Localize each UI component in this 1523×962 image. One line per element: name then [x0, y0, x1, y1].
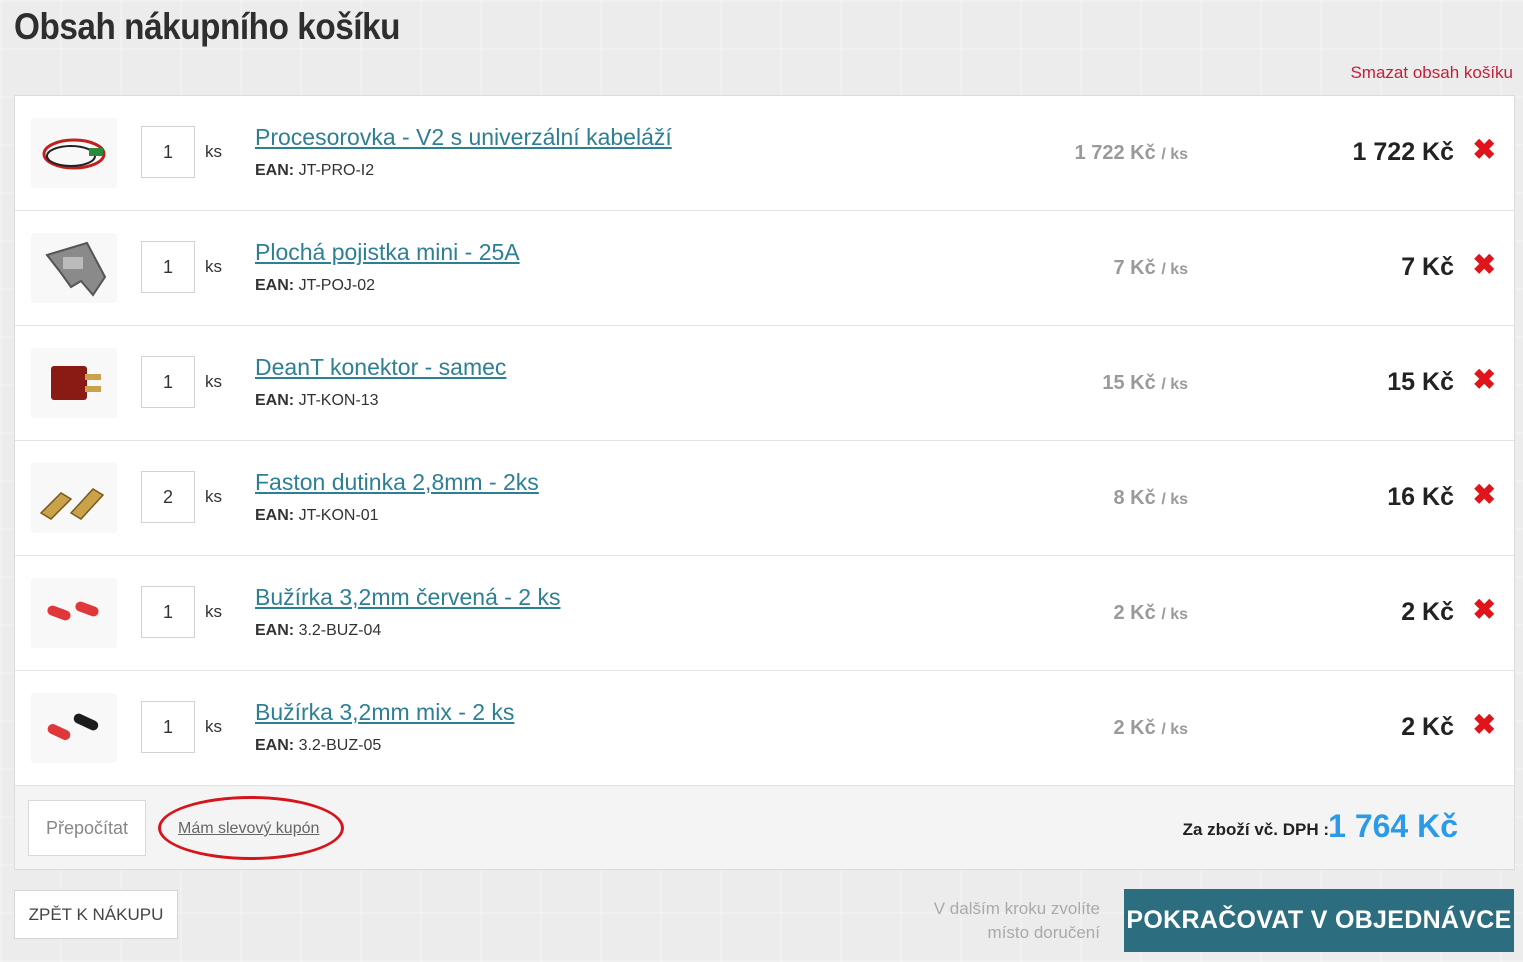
ean-label: EAN:	[255, 622, 295, 639]
ean-label: EAN:	[255, 162, 295, 179]
page-title: Obsah nákupního košíku	[14, 6, 401, 47]
per-unit-label: / ks	[1161, 261, 1188, 278]
ean-code: EAN: JT-KON-13	[255, 392, 379, 410]
ean-value: JT-KON-01	[298, 507, 379, 524]
quantity-input[interactable]: 1	[141, 126, 195, 178]
ean-value: 3.2-BUZ-04	[298, 622, 382, 639]
ean-label: EAN:	[255, 507, 295, 524]
unit-price-value: 7 Kč	[1113, 257, 1156, 279]
cart-summary: Přepočítat Mám slevový kupón Za zboží vč…	[15, 786, 1514, 869]
ean-value: JT-KON-13	[298, 392, 379, 409]
ean-code: EAN: JT-PRO-I2	[255, 162, 374, 180]
faston-terminal-icon[interactable]	[31, 463, 117, 533]
ean-label: EAN:	[255, 737, 295, 754]
per-unit-label: / ks	[1161, 146, 1188, 163]
ean-value: JT-PRO-I2	[298, 162, 375, 179]
cart-table: 1 ks Procesorovka - V2 s univerzální kab…	[14, 95, 1515, 870]
product-name-link[interactable]: Procesorovka - V2 s univerzální kabeláží	[255, 124, 672, 151]
per-unit-label: / ks	[1161, 606, 1188, 623]
product-name-link[interactable]: Bužírka 3,2mm mix - 2 ks	[255, 699, 514, 726]
quantity-input[interactable]: 2	[141, 471, 195, 523]
quantity-input[interactable]: 1	[141, 356, 195, 408]
line-total: 16 Kč	[1387, 483, 1454, 511]
cart-item: 1 ks Procesorovka - V2 s univerzální kab…	[15, 96, 1514, 211]
cart-item: 1 ks DeanT konektor - samec EAN: JT-KON-…	[15, 326, 1514, 441]
blade-fuse-icon[interactable]	[31, 233, 117, 303]
ean-code: EAN: JT-POJ-02	[255, 277, 375, 295]
ean-label: EAN:	[255, 277, 295, 294]
unit-price: 15 Kč / ks	[1102, 372, 1188, 395]
continue-order-button[interactable]: POKRAČOVAT V OBJEDNÁVCE	[1124, 889, 1514, 952]
shrink-tube-mix-icon[interactable]	[31, 693, 117, 763]
unit-label: ks	[205, 372, 222, 391]
ean-label: EAN:	[255, 392, 295, 409]
per-unit-label: / ks	[1161, 721, 1188, 738]
hint-line-2: místo doručení	[987, 923, 1100, 942]
total-label: Za zboží vč. DPH :	[1182, 820, 1329, 839]
unit-price: 1 722 Kč / ks	[1075, 142, 1188, 165]
remove-item-icon[interactable]: ✖	[1473, 136, 1496, 164]
product-name-link[interactable]: Plochá pojistka mini - 25A	[255, 239, 520, 266]
remove-item-icon[interactable]: ✖	[1473, 711, 1496, 739]
cart-item: 1 ks Bužírka 3,2mm červená - 2 ks EAN: 3…	[15, 556, 1514, 671]
unit-price: 2 Kč / ks	[1114, 717, 1189, 740]
recalculate-button[interactable]: Přepočítat	[28, 800, 146, 856]
remove-item-icon[interactable]: ✖	[1473, 366, 1496, 394]
unit-price-value: 1 722 Kč	[1074, 142, 1156, 164]
unit-label: ks	[205, 602, 222, 621]
hint-line-1: V dalším kroku zvolíte	[933, 899, 1100, 918]
ean-code: EAN: 3.2-BUZ-04	[255, 622, 381, 640]
delivery-hint: V dalším kroku zvolíte místo doručení	[880, 897, 1100, 945]
per-unit-label: / ks	[1161, 376, 1188, 393]
ean-code: EAN: JT-KON-01	[255, 507, 379, 525]
line-total: 2 Kč	[1401, 713, 1454, 741]
shrink-tube-red-icon[interactable]	[31, 578, 117, 648]
cart-item: 1 ks Bužírka 3,2mm mix - 2 ks EAN: 3.2-B…	[15, 671, 1514, 786]
wire-harness-icon[interactable]	[31, 118, 117, 188]
product-name-link[interactable]: DeanT konektor - samec	[255, 354, 506, 381]
line-total: 2 Kč	[1401, 598, 1454, 626]
unit-label: ks	[205, 717, 222, 736]
quantity-input[interactable]: 1	[141, 701, 195, 753]
line-total: 1 722 Kč	[1352, 138, 1454, 166]
unit-price-value: 2 Kč	[1113, 717, 1156, 739]
ean-value: JT-POJ-02	[298, 277, 376, 294]
unit-label: ks	[205, 142, 222, 161]
remove-item-icon[interactable]: ✖	[1473, 481, 1496, 509]
unit-price-value: 15 Kč	[1102, 372, 1156, 394]
unit-price: 8 Kč / ks	[1114, 487, 1189, 510]
line-total: 7 Kč	[1401, 253, 1454, 281]
clear-cart-link[interactable]: Smazat obsah košíku	[1350, 63, 1513, 83]
cart-item: 2 ks Faston dutinka 2,8mm - 2ks EAN: JT-…	[15, 441, 1514, 556]
unit-label: ks	[205, 257, 222, 276]
ean-code: EAN: 3.2-BUZ-05	[255, 737, 381, 755]
line-total: 15 Kč	[1387, 368, 1454, 396]
back-to-shop-button[interactable]: ZPĚT K NÁKUPU	[14, 890, 178, 939]
product-name-link[interactable]: Bužírka 3,2mm červená - 2 ks	[255, 584, 561, 611]
unit-price-value: 2 Kč	[1113, 602, 1156, 624]
cart-item: 1 ks Plochá pojistka mini - 25A EAN: JT-…	[15, 211, 1514, 326]
ean-value: 3.2-BUZ-05	[298, 737, 382, 754]
deans-connector-icon[interactable]	[31, 348, 117, 418]
unit-price-value: 8 Kč	[1113, 487, 1156, 509]
quantity-input[interactable]: 1	[141, 586, 195, 638]
product-name-link[interactable]: Faston dutinka 2,8mm - 2ks	[255, 469, 539, 496]
quantity-input[interactable]: 1	[141, 241, 195, 293]
unit-price: 7 Kč / ks	[1114, 257, 1189, 280]
total-value: 1 764 Kč	[1328, 808, 1458, 844]
remove-item-icon[interactable]: ✖	[1473, 251, 1496, 279]
coupon-link[interactable]: Mám slevový kupón	[178, 820, 319, 838]
unit-price: 2 Kč / ks	[1114, 602, 1189, 625]
unit-label: ks	[205, 487, 222, 506]
remove-item-icon[interactable]: ✖	[1473, 596, 1496, 624]
per-unit-label: / ks	[1161, 491, 1188, 508]
